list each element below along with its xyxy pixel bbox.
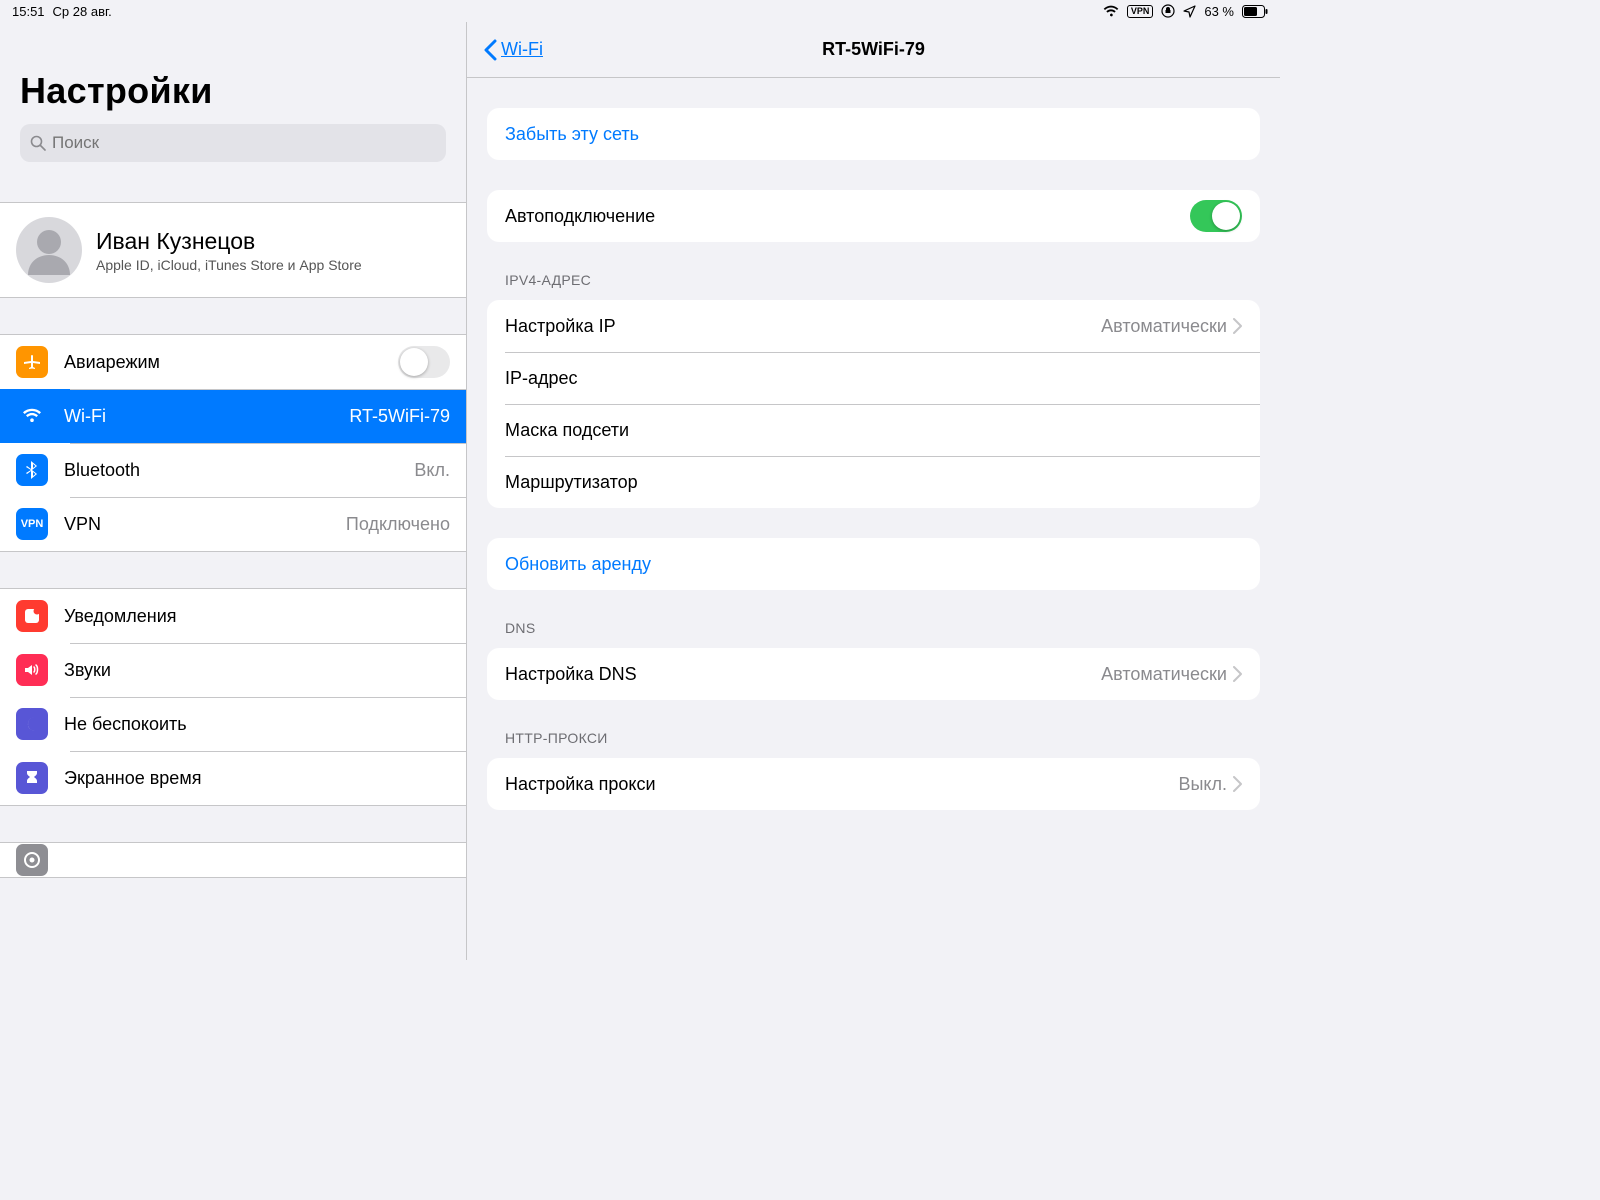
gear-icon — [16, 844, 48, 876]
sidebar-item-label: Bluetooth — [64, 460, 414, 481]
search-field[interactable] — [20, 124, 446, 162]
autojoin-toggle[interactable] — [1190, 200, 1242, 232]
bluetooth-icon — [16, 454, 48, 486]
sidebar-item-general[interactable] — [0, 843, 466, 877]
profile-group: Иван Кузнецов Apple ID, iCloud, iTunes S… — [0, 202, 466, 298]
vpn-icon: VPN — [16, 508, 48, 540]
alerts-group: Уведомления Звуки Не беспокоить Экранное… — [0, 588, 466, 806]
forget-network-button[interactable]: Забыть эту сеть — [487, 108, 1260, 160]
notifications-icon — [16, 600, 48, 632]
search-icon — [30, 135, 46, 151]
battery-percentage: 63 % — [1204, 4, 1234, 19]
sidebar-item-dnd[interactable]: Не беспокоить — [0, 697, 466, 751]
ipv4-section: Настройка IP Автоматически IP-адрес Маск… — [487, 300, 1260, 508]
nav-title: RT-5WiFi-79 — [822, 39, 925, 60]
avatar — [16, 217, 82, 283]
ip-address-row: IP-адрес — [487, 352, 1260, 404]
renew-section: Обновить аренду — [487, 538, 1260, 590]
moon-icon — [16, 708, 48, 740]
forget-section: Забыть эту сеть — [487, 108, 1260, 160]
airplane-icon — [16, 346, 48, 378]
chevron-right-icon — [1233, 776, 1242, 792]
ipv4-header: IPV4-АДРЕС — [505, 272, 1256, 288]
sidebar-item-profile[interactable]: Иван Кузнецов Apple ID, iCloud, iTunes S… — [0, 203, 466, 297]
chevron-right-icon — [1233, 318, 1242, 334]
status-bar: 15:51 Ср 28 авг. VPN 63 % — [0, 0, 1280, 22]
sidebar-item-label: Экранное время — [64, 768, 450, 789]
page-title: Настройки — [20, 70, 446, 112]
sidebar-item-label: Уведомления — [64, 606, 450, 627]
configure-dns-row[interactable]: Настройка DNS Автоматически — [487, 648, 1260, 700]
sidebar-item-notifications[interactable]: Уведомления — [0, 589, 466, 643]
proxy-header: HTTP-ПРОКСИ — [505, 730, 1256, 746]
sounds-icon — [16, 654, 48, 686]
sidebar-item-screentime[interactable]: Экранное время — [0, 751, 466, 805]
back-label: Wi-Fi — [501, 39, 543, 60]
configure-proxy-row[interactable]: Настройка прокси Выкл. — [487, 758, 1260, 810]
detail-pane: Wi-Fi RT-5WiFi-79 Забыть эту сеть Автопо… — [467, 22, 1280, 960]
sidebar-item-label: Wi-Fi — [64, 406, 349, 427]
battery-icon — [1242, 5, 1268, 18]
chevron-left-icon — [483, 39, 497, 61]
profile-name: Иван Кузнецов — [96, 228, 362, 255]
orientation-lock-icon — [1161, 4, 1175, 18]
autojoin-row: Автоподключение — [487, 190, 1260, 242]
sidebar-item-label: Не беспокоить — [64, 714, 450, 735]
general-group-partial — [0, 842, 466, 878]
sidebar-item-value: Вкл. — [414, 460, 450, 481]
nav-bar: Wi-Fi RT-5WiFi-79 — [467, 22, 1280, 78]
configure-ip-row[interactable]: Настройка IP Автоматически — [487, 300, 1260, 352]
autojoin-section: Автоподключение — [487, 190, 1260, 242]
profile-sub: Apple ID, iCloud, iTunes Store и App Sto… — [96, 257, 362, 273]
sidebar-item-wifi[interactable]: Wi-Fi RT-5WiFi-79 — [0, 389, 466, 443]
sidebar-item-value: Подключено — [346, 514, 450, 535]
autojoin-label: Автоподключение — [505, 206, 1190, 227]
sidebar-item-label: Звуки — [64, 660, 450, 681]
dns-header: DNS — [505, 620, 1256, 636]
proxy-section: Настройка прокси Выкл. — [487, 758, 1260, 810]
status-time: 15:51 — [12, 4, 45, 19]
connectivity-group: Авиарежим Wi-Fi RT-5WiFi-79 Bluetooth Вк… — [0, 334, 466, 552]
airplane-toggle[interactable] — [398, 346, 450, 378]
renew-lease-button[interactable]: Обновить аренду — [487, 538, 1260, 590]
sidebar-item-sounds[interactable]: Звуки — [0, 643, 466, 697]
sidebar-item-vpn[interactable]: VPN VPN Подключено — [0, 497, 466, 551]
forget-label: Забыть эту сеть — [505, 124, 1242, 145]
wifi-settings-icon — [16, 400, 48, 432]
sidebar: Настройки Иван Кузнецов Apple ID, iCloud… — [0, 22, 467, 960]
sidebar-item-airplane[interactable]: Авиарежим — [0, 335, 466, 389]
hourglass-icon — [16, 762, 48, 794]
back-button[interactable]: Wi-Fi — [483, 39, 543, 61]
vpn-indicator: VPN — [1127, 5, 1154, 18]
wifi-icon — [1103, 5, 1119, 17]
location-icon — [1183, 5, 1196, 18]
sidebar-item-label: VPN — [64, 514, 346, 535]
sidebar-item-label: Авиарежим — [64, 352, 398, 373]
status-date: Ср 28 авг. — [53, 4, 112, 19]
search-input[interactable] — [52, 133, 436, 153]
sidebar-item-value: RT-5WiFi-79 — [349, 406, 450, 427]
subnet-mask-row: Маска подсети — [487, 404, 1260, 456]
dns-section: Настройка DNS Автоматически — [487, 648, 1260, 700]
chevron-right-icon — [1233, 666, 1242, 682]
sidebar-item-bluetooth[interactable]: Bluetooth Вкл. — [0, 443, 466, 497]
router-row: Маршрутизатор — [487, 456, 1260, 508]
